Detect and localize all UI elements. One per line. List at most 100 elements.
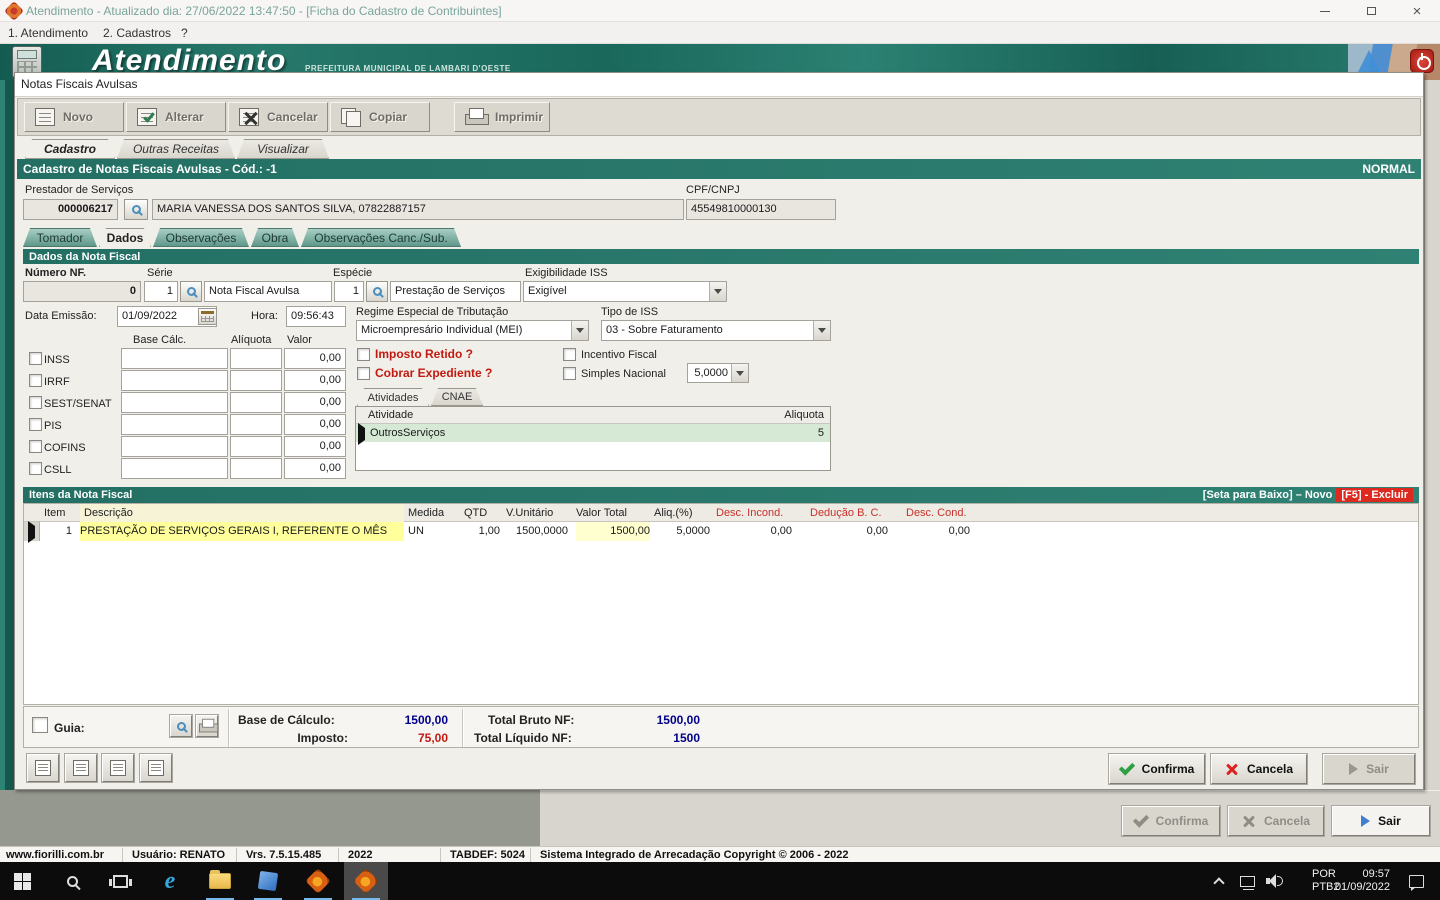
nav-next-button[interactable]	[102, 754, 134, 782]
tab-observacoes[interactable]: Observações	[153, 228, 249, 247]
exigibilidade-select[interactable]: Exigível	[523, 281, 727, 302]
taskbar-app-blue[interactable]	[246, 862, 290, 900]
inss-base-field[interactable]	[121, 348, 228, 369]
irrf-aliq-field[interactable]	[230, 370, 282, 391]
fiorilli-app-icon	[353, 868, 379, 894]
task-view-icon	[108, 874, 132, 888]
tipo-iss-select[interactable]: 03 - Sobre Faturamento	[601, 320, 831, 341]
especie-num-field[interactable]: 1	[334, 281, 364, 302]
pis-checkbox[interactable]	[29, 418, 42, 431]
numero-nf-field[interactable]: 0	[23, 281, 141, 302]
especie-search-button[interactable]	[366, 281, 388, 302]
tab-cnae[interactable]: CNAE	[431, 388, 483, 406]
outer-confirma-button[interactable]: Confirma	[1122, 806, 1220, 836]
tab-tomador[interactable]: Tomador	[23, 228, 97, 247]
tab-dados[interactable]: Dados	[99, 228, 151, 247]
status-user: Usuário: RENATO	[132, 849, 226, 861]
taskbar-search-button[interactable]	[50, 862, 94, 900]
csll-valor-field[interactable]: 0,00	[284, 458, 346, 479]
csll-checkbox[interactable]	[29, 462, 42, 475]
serie-search-button[interactable]	[180, 281, 202, 302]
tab-obra[interactable]: Obra	[251, 228, 299, 247]
tab-cadastro[interactable]: Cadastro	[25, 139, 115, 159]
hora-field[interactable]: 09:56:43	[286, 306, 346, 327]
especie-desc-field[interactable]: Prestação de Serviços	[390, 281, 521, 302]
cofins-checkbox[interactable]	[29, 440, 42, 453]
menu-atendimento[interactable]: 1. Atendimento	[8, 26, 88, 40]
action-center-button[interactable]	[1398, 862, 1434, 900]
serie-num-field[interactable]: 1	[144, 281, 178, 302]
tab-visualizar[interactable]: Visualizar	[237, 139, 329, 159]
menu-cadastros[interactable]: 2. Cadastros	[103, 26, 171, 40]
irrf-base-field[interactable]	[121, 370, 228, 391]
guia-preview-button[interactable]	[170, 715, 192, 737]
clock[interactable]: 09:57 01/09/2022	[1322, 868, 1390, 894]
pis-aliq-field[interactable]	[230, 414, 282, 435]
taskbar-app-fiorilli[interactable]	[296, 862, 340, 900]
confirma-button[interactable]: Confirma	[1109, 754, 1205, 784]
prestador-name-field[interactable]: MARIA VANESSA DOS SANTOS SILVA, 07822887…	[152, 199, 684, 220]
power-icon[interactable]	[1410, 49, 1434, 73]
pis-valor-field[interactable]: 0,00	[284, 414, 346, 435]
cobrar-expediente-checkbox[interactable]	[357, 367, 370, 380]
inss-valor-field[interactable]: 0,00	[284, 348, 346, 369]
volume-tray-icon[interactable]	[1258, 862, 1290, 900]
cpf-field[interactable]: 45549810000130	[686, 199, 836, 220]
app-icon	[4, 1, 24, 21]
copiar-button[interactable]: Copiar	[330, 102, 430, 132]
cofins-aliq-field[interactable]	[230, 436, 282, 457]
simples-checkbox[interactable]	[563, 367, 576, 380]
sest-aliq-field[interactable]	[230, 392, 282, 413]
inss-aliq-field[interactable]	[230, 348, 282, 369]
cancelar-button[interactable]: Cancelar	[228, 102, 328, 132]
sest-valor-field[interactable]: 0,00	[284, 392, 346, 413]
cofins-base-field[interactable]	[121, 436, 228, 457]
menu-help[interactable]: ?	[181, 26, 188, 40]
tab-atividades[interactable]: Atividades	[357, 388, 429, 406]
csll-base-field[interactable]	[121, 458, 228, 479]
pis-base-field[interactable]	[121, 414, 228, 435]
close-button[interactable]: ×	[1394, 0, 1440, 22]
irrf-valor-field[interactable]: 0,00	[284, 370, 346, 391]
simples-select[interactable]: 5,0000	[687, 363, 749, 383]
inss-checkbox[interactable]	[29, 352, 42, 365]
item-row[interactable]: 1 PRESTAÇÃO DE SERVIÇOS GERAIS I, REFERE…	[24, 521, 1418, 543]
cofins-valor-field[interactable]: 0,00	[284, 436, 346, 457]
taskbar-explorer[interactable]	[198, 862, 242, 900]
restore-button[interactable]	[1348, 0, 1394, 22]
prestador-search-button[interactable]	[124, 199, 148, 220]
imposto-retido-checkbox[interactable]	[357, 348, 370, 361]
sest-base-field[interactable]	[121, 392, 228, 413]
task-view-button[interactable]	[98, 862, 142, 900]
tab-outras-receitas[interactable]: Outras Receitas	[117, 139, 235, 159]
tab-obs-canc-sub[interactable]: Observações Canc./Sub.	[301, 228, 461, 247]
taskbar-ie[interactable]: e	[148, 862, 192, 900]
guia-print-button[interactable]	[196, 715, 219, 737]
outer-sair-button[interactable]: Sair	[1332, 806, 1430, 836]
imprimir-button[interactable]: Imprimir	[454, 102, 550, 132]
alterar-button[interactable]: Alterar	[126, 102, 226, 132]
serie-desc-field[interactable]: Nota Fiscal Avulsa	[204, 281, 332, 302]
regime-select[interactable]: Microempresário Individual (MEI)	[356, 320, 589, 341]
confirma-label: Confirma	[1141, 762, 1195, 776]
csll-aliq-field[interactable]	[230, 458, 282, 479]
tray-expand-button[interactable]	[1204, 862, 1234, 900]
cancela-button[interactable]: Cancela	[1211, 754, 1307, 784]
novo-button[interactable]: Novo	[24, 102, 124, 132]
nav-prev-button[interactable]	[65, 754, 97, 782]
col-desc-cond: Desc. Cond.	[906, 507, 967, 519]
calendar-icon[interactable]	[198, 308, 217, 325]
sest-checkbox[interactable]	[29, 396, 42, 409]
nav-first-button[interactable]	[27, 754, 59, 782]
taskbar-app-atendimento-active[interactable]	[344, 862, 388, 900]
prestador-code-field[interactable]: 000006217	[23, 199, 118, 220]
nav-last-button[interactable]	[140, 754, 172, 782]
irrf-checkbox[interactable]	[29, 374, 42, 387]
guia-checkbox[interactable]	[32, 717, 48, 733]
sair-button-disabled[interactable]: Sair	[1323, 754, 1415, 784]
outer-cancela-button[interactable]: Cancela	[1228, 806, 1324, 836]
minimize-button[interactable]	[1302, 0, 1348, 22]
start-button[interactable]	[0, 862, 44, 900]
atividade-row[interactable]: OutrosServiços 5	[356, 423, 830, 445]
incentivo-checkbox[interactable]	[563, 348, 576, 361]
